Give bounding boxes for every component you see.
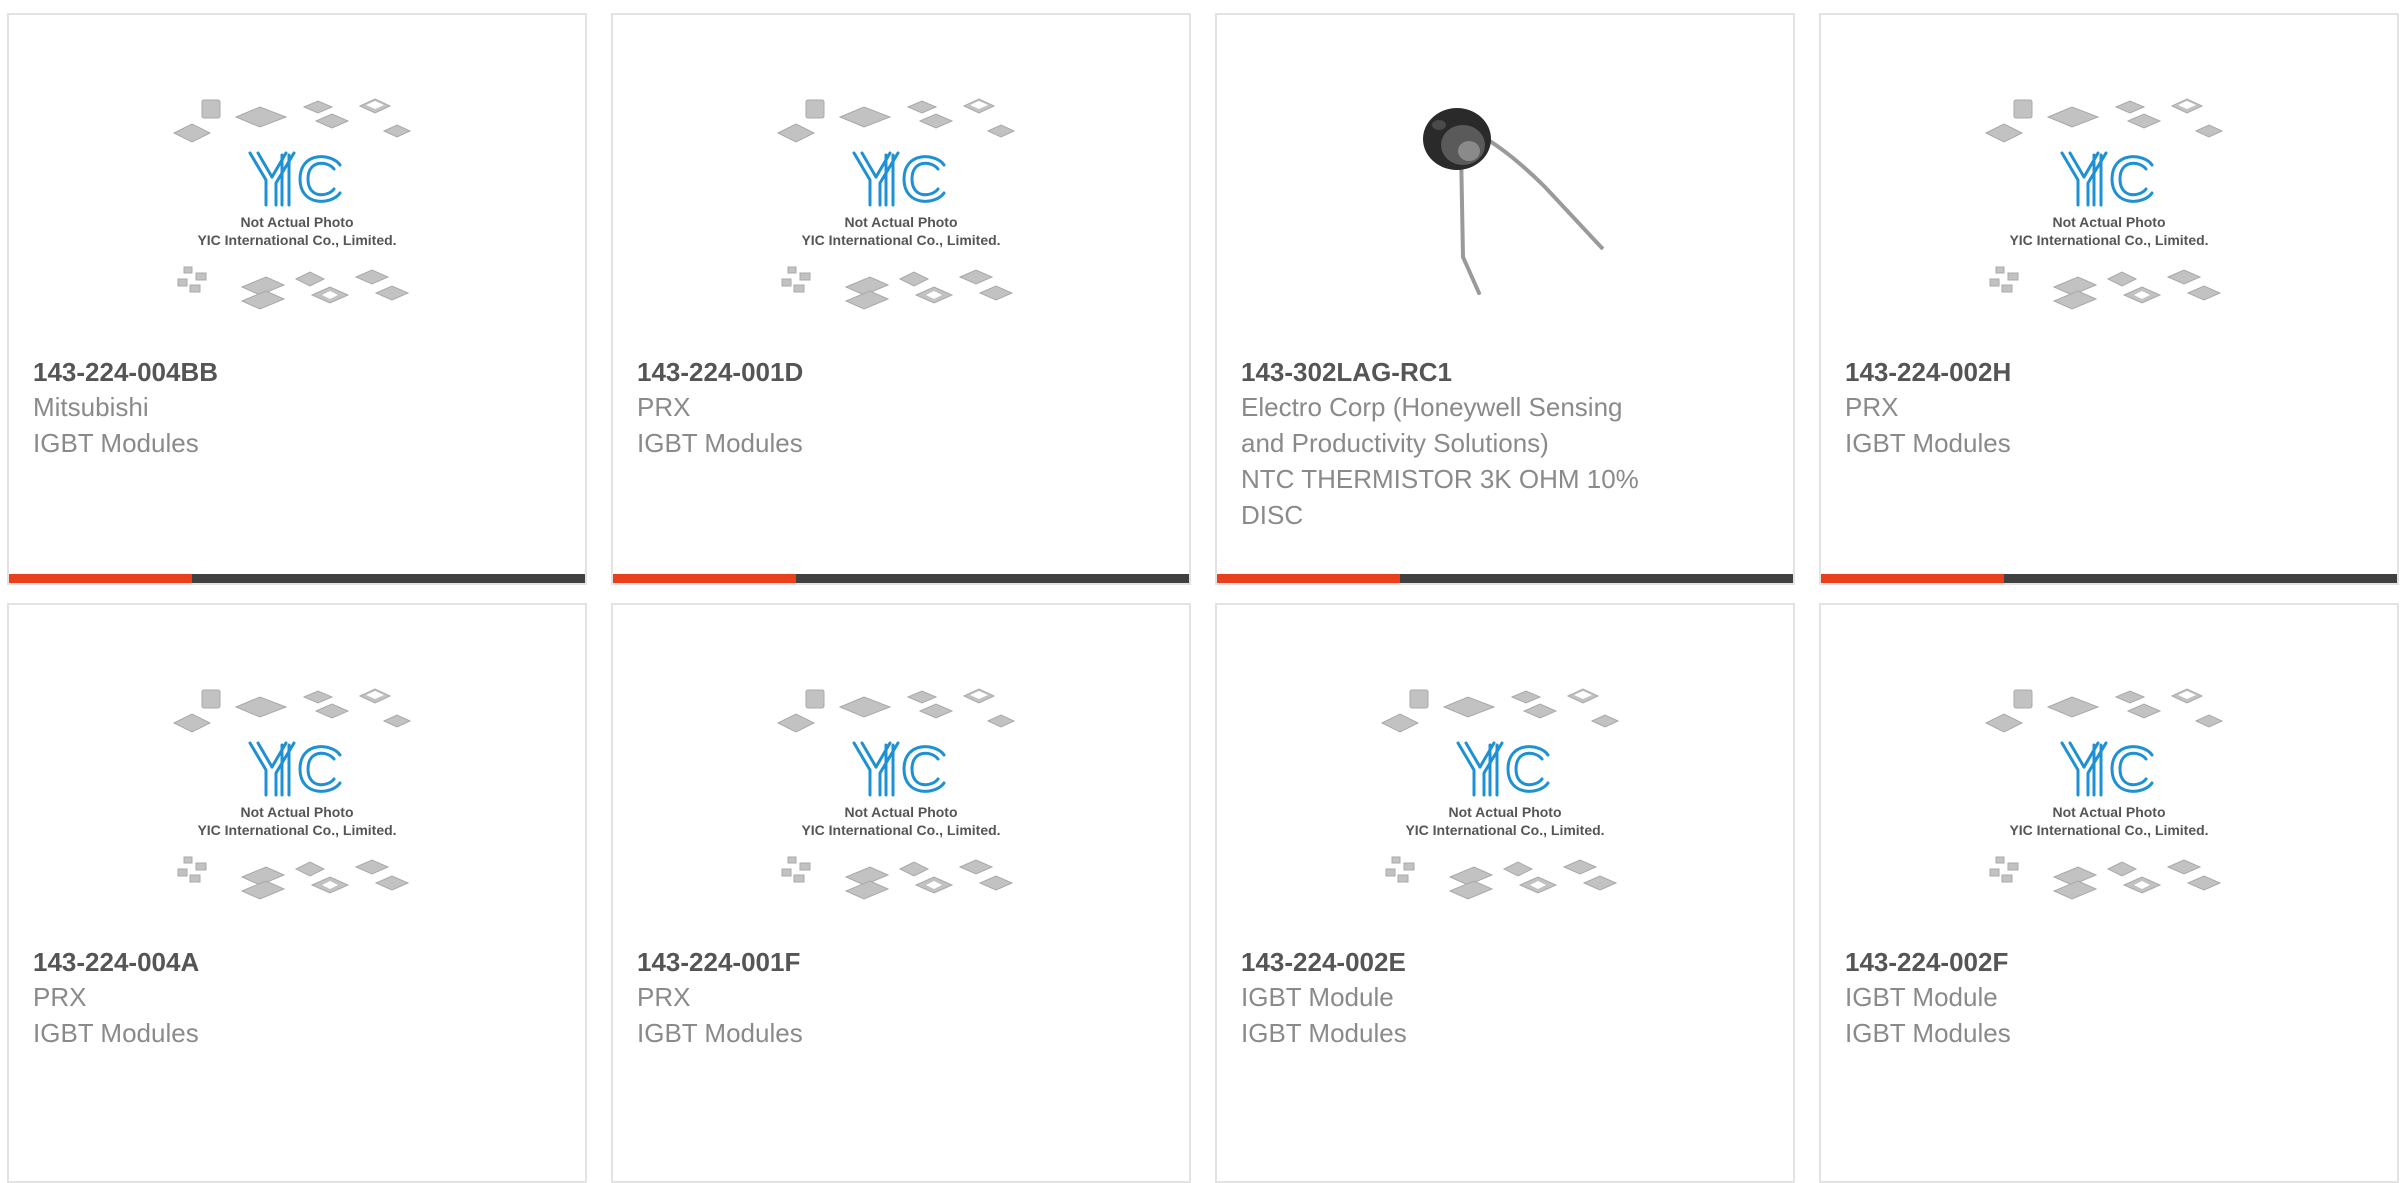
manufacturer: PRX bbox=[1845, 392, 1899, 422]
product-card[interactable]: 143-302LAG-RC1 Electro Corp (Honeywell S… bbox=[1215, 13, 1795, 585]
part-number-link[interactable]: 143-302LAG-RC1 bbox=[1241, 355, 1769, 389]
placeholder-image-icon bbox=[766, 685, 1036, 935]
product-card[interactable]: 143-224-002E IGBT Module IGBT Modules bbox=[1215, 603, 1795, 1183]
product-card[interactable]: 143-224-004A PRX IGBT Modules bbox=[7, 603, 587, 1183]
product-image[interactable] bbox=[1821, 95, 2397, 365]
description: IGBT Modules bbox=[33, 1018, 199, 1048]
placeholder-image-icon bbox=[1974, 685, 2244, 935]
placeholder-image-icon bbox=[162, 95, 432, 345]
product-card[interactable]: 143-224-001D PRX IGBT Modules bbox=[611, 13, 1191, 585]
manufacturer: PRX bbox=[33, 982, 87, 1012]
description: IGBT Modules bbox=[637, 1018, 803, 1048]
manufacturer: Mitsubishi bbox=[33, 392, 149, 422]
part-number-link[interactable]: 143-224-004A bbox=[33, 945, 561, 979]
description: IGBT Modules bbox=[637, 428, 803, 458]
card-accent-bar bbox=[613, 574, 1189, 583]
manufacturer: PRX bbox=[637, 392, 691, 422]
card-accent-bar bbox=[1821, 574, 2397, 583]
product-image[interactable] bbox=[613, 685, 1189, 955]
product-image[interactable] bbox=[9, 685, 585, 955]
thermistor-photo-icon bbox=[1423, 108, 1605, 295]
part-number-link[interactable]: 143-224-004BB bbox=[33, 355, 561, 389]
description: NTC THERMISTOR 3K OHM 10% DISC bbox=[1241, 464, 1639, 530]
description: IGBT Modules bbox=[1241, 1018, 1407, 1048]
product-image[interactable] bbox=[613, 95, 1189, 365]
description: IGBT Modules bbox=[33, 428, 199, 458]
card-accent-bar bbox=[9, 574, 585, 583]
product-card[interactable]: 143-224-002H PRX IGBT Modules bbox=[1819, 13, 2399, 585]
product-card[interactable]: 143-224-004BB Mitsubishi IGBT Modules bbox=[7, 13, 587, 585]
product-info: 143-224-004BB Mitsubishi IGBT Modules bbox=[33, 355, 561, 461]
product-image[interactable] bbox=[1217, 685, 1793, 955]
product-card[interactable]: 143-224-002F IGBT Module IGBT Modules bbox=[1819, 603, 2399, 1183]
accent-highlight bbox=[613, 574, 796, 583]
part-number-link[interactable]: 143-224-001D bbox=[637, 355, 1165, 389]
placeholder-image-icon bbox=[1370, 685, 1640, 935]
product-info: 143-224-002F IGBT Module IGBT Modules bbox=[1845, 945, 2373, 1051]
accent-highlight bbox=[9, 574, 192, 583]
part-number-link[interactable]: 143-224-002H bbox=[1845, 355, 2373, 389]
product-info: 143-224-001F PRX IGBT Modules bbox=[637, 945, 1165, 1051]
product-info: 143-224-002H PRX IGBT Modules bbox=[1845, 355, 2373, 461]
product-grid: 143-224-004BB Mitsubishi IGBT Modules 14… bbox=[0, 0, 2400, 1183]
placeholder-image-icon bbox=[1974, 95, 2244, 345]
part-number-link[interactable]: 143-224-002F bbox=[1845, 945, 2373, 979]
part-number-link[interactable]: 143-224-001F bbox=[637, 945, 1165, 979]
product-info: 143-224-001D PRX IGBT Modules bbox=[637, 355, 1165, 461]
product-image[interactable] bbox=[1821, 685, 2397, 955]
description: IGBT Modules bbox=[1845, 1018, 2011, 1048]
product-image[interactable] bbox=[9, 95, 585, 365]
manufacturer: IGBT Module bbox=[1845, 982, 1998, 1012]
product-info: 143-302LAG-RC1 Electro Corp (Honeywell S… bbox=[1241, 355, 1769, 533]
card-accent-bar bbox=[1217, 574, 1793, 583]
part-number-link[interactable]: 143-224-002E bbox=[1241, 945, 1769, 979]
accent-highlight bbox=[1217, 574, 1400, 583]
product-image[interactable] bbox=[1217, 95, 1793, 365]
manufacturer: Electro Corp (Honeywell Sensing and Prod… bbox=[1241, 392, 1623, 458]
product-info: 143-224-004A PRX IGBT Modules bbox=[33, 945, 561, 1051]
accent-highlight bbox=[1821, 574, 2004, 583]
manufacturer: IGBT Module bbox=[1241, 982, 1394, 1012]
product-info: 143-224-002E IGBT Module IGBT Modules bbox=[1241, 945, 1769, 1051]
product-card[interactable]: 143-224-001F PRX IGBT Modules bbox=[611, 603, 1191, 1183]
placeholder-image-icon bbox=[766, 95, 1036, 345]
description: IGBT Modules bbox=[1845, 428, 2011, 458]
manufacturer: PRX bbox=[637, 982, 691, 1012]
placeholder-image-icon bbox=[162, 685, 432, 935]
